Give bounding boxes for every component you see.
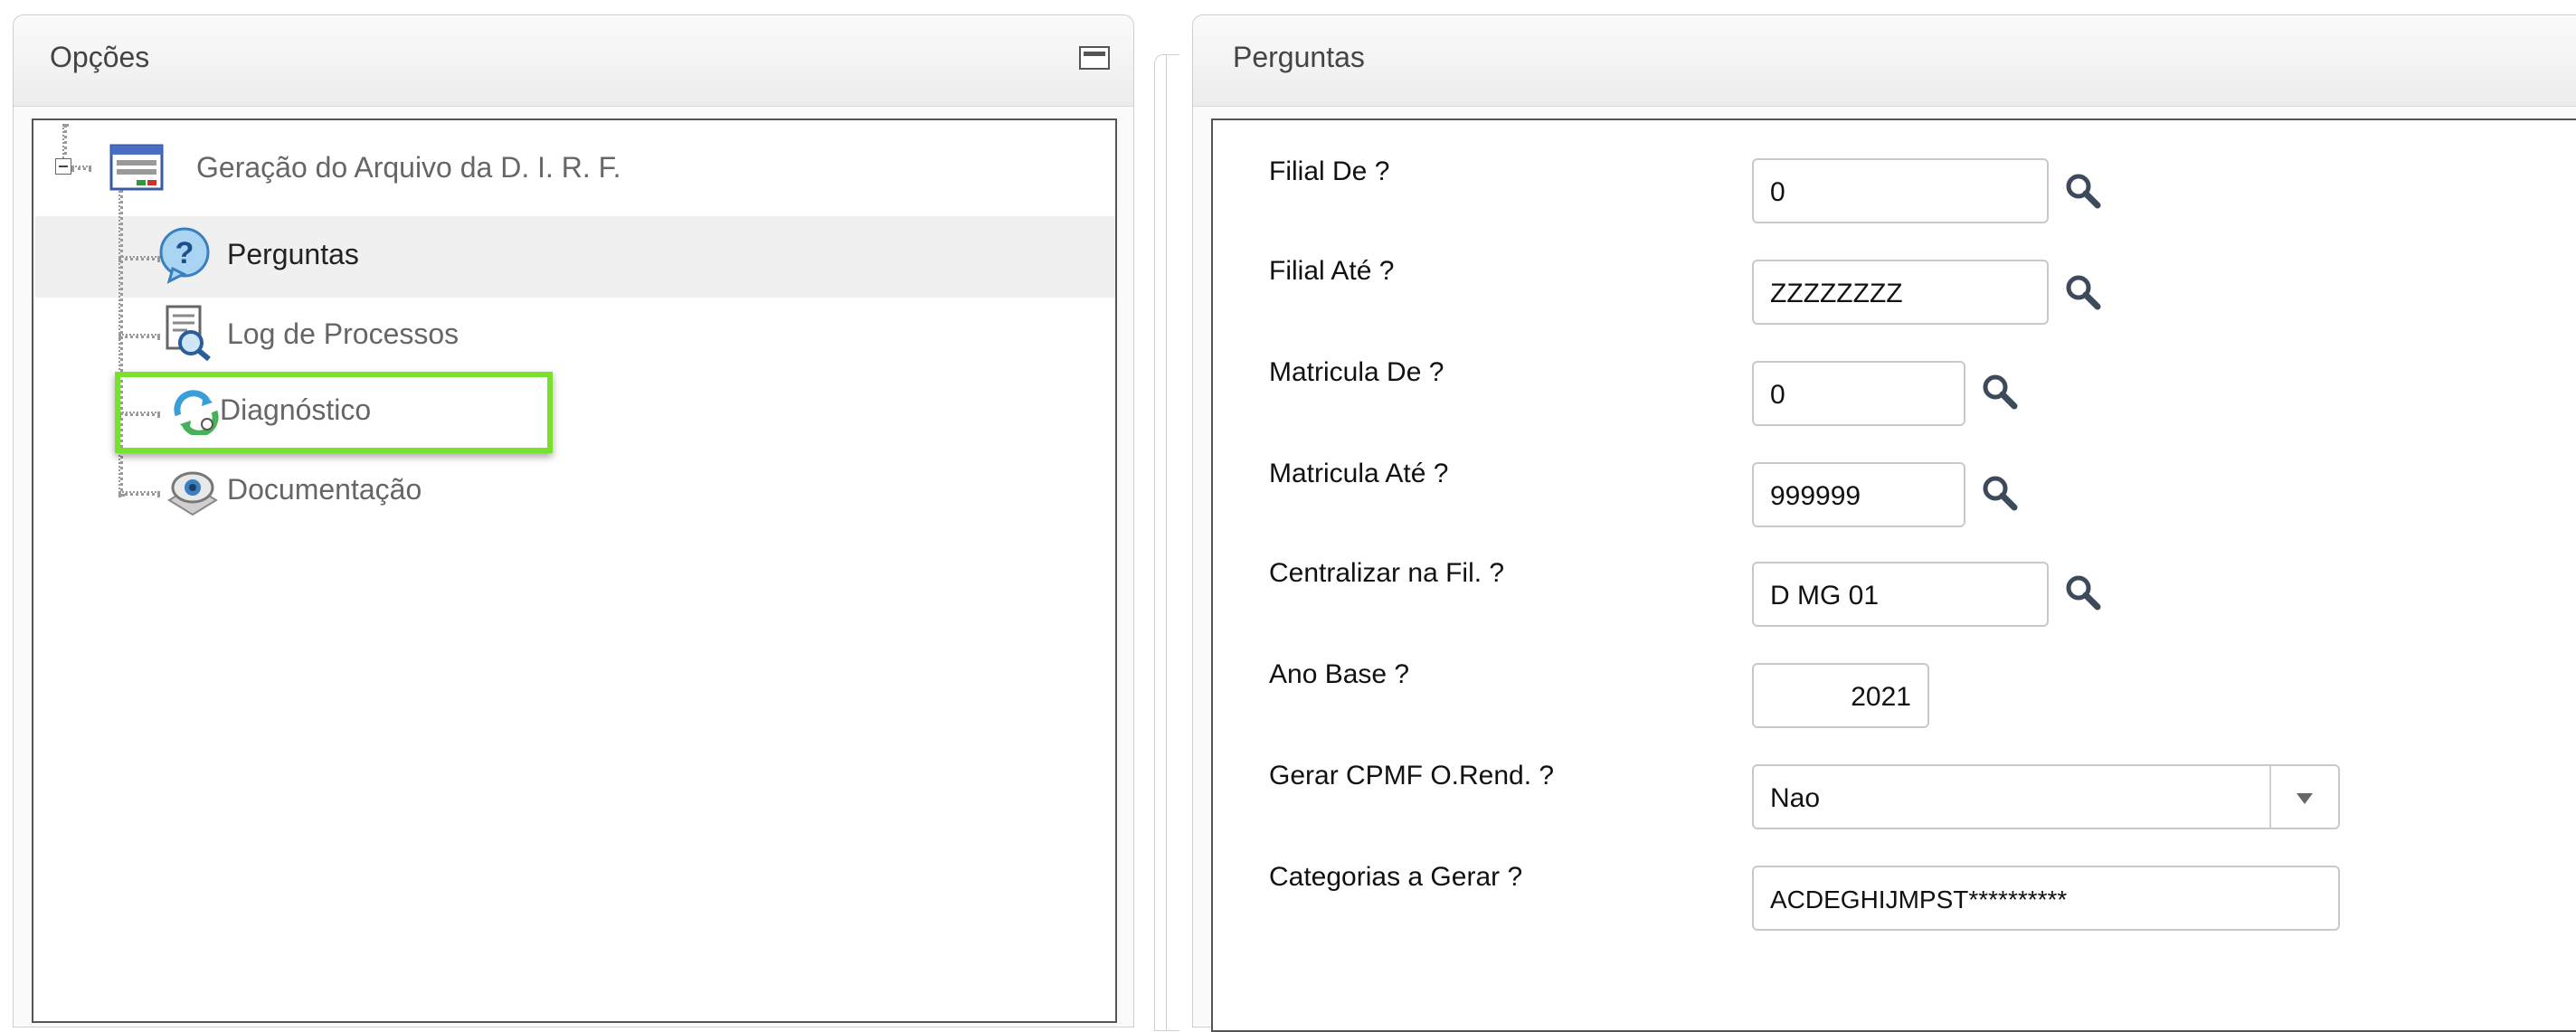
search-icon[interactable] (2063, 171, 2103, 211)
options-panel-title: Opções (50, 41, 150, 73)
panel-splitter[interactable] (1154, 54, 1179, 1031)
tree-item-label: Perguntas (227, 238, 359, 270)
collapse-toggle-icon[interactable] (55, 158, 71, 175)
gerar-cpmf-selected-value: Nao (1770, 783, 1821, 813)
matricula-ate-input[interactable]: 999999 (1752, 462, 1965, 527)
filial-de-input[interactable]: 0 (1752, 158, 2049, 223)
question-label-filial-de: Filial De ? (1269, 156, 1390, 186)
options-panel-header: Opções (14, 15, 1133, 107)
questions-form: Filial De ? 0 Filial Até ? ZZZZZZZZ Matr… (1211, 118, 2576, 1032)
tree-root-item[interactable]: Geração do Arquivo da D. I. R. F. (109, 138, 743, 194)
search-icon[interactable] (1980, 372, 2020, 412)
question-label-gerar-cpmf: Gerar CPMF O.Rend. ? (1269, 761, 1555, 791)
tree-item-documentacao[interactable]: Documentação (160, 459, 703, 527)
question-label-filial-ate: Filial Até ? (1269, 256, 1395, 286)
questions-panel-title: Perguntas (1233, 41, 1365, 73)
matricula-de-input[interactable]: 0 (1752, 361, 1965, 426)
minimize-icon[interactable] (1079, 46, 1110, 70)
tree-item-label: Documentação (227, 473, 422, 506)
tree-item-label: Log de Processos (227, 317, 459, 350)
gerar-cpmf-select[interactable]: Nao (1752, 764, 2340, 829)
questions-panel-header: Perguntas (1193, 15, 2576, 107)
tree-item-log-de-processos[interactable]: Log de Processos (160, 301, 703, 370)
question-label-matricula-ate: Matricula Até ? (1269, 459, 1449, 488)
questions-panel: Perguntas Filial De ? 0 Filial Até ? ZZZ… (1192, 14, 2576, 1032)
svg-text:?: ? (175, 236, 194, 270)
options-panel: Opções Geração do Arquivo da D. I. R. F. (13, 14, 1134, 1027)
log-document-icon (166, 305, 211, 362)
question-label-categorias: Categorias a Gerar ? (1269, 862, 1523, 892)
search-icon[interactable] (2063, 272, 2103, 312)
documentation-eye-icon (167, 471, 218, 516)
centralizar-input[interactable]: D MG 01 (1752, 562, 2049, 627)
tree-root-label: Geração do Arquivo da D. I. R. F. (196, 151, 621, 184)
question-label-ano-base: Ano Base ? (1269, 659, 1410, 689)
filial-ate-input[interactable]: ZZZZZZZZ (1752, 260, 2049, 325)
ano-base-input[interactable]: 2021 (1752, 663, 1929, 728)
categorias-input[interactable]: ACDEGHIJMPST********** (1752, 866, 2340, 931)
window-app-icon (109, 144, 164, 191)
tree-item-perguntas[interactable]: ? Perguntas (156, 222, 699, 290)
question-icon: ? (159, 227, 210, 284)
search-icon[interactable] (2063, 573, 2103, 612)
options-tree: Geração do Arquivo da D. I. R. F. ? Perg… (32, 118, 1117, 1023)
question-label-matricula-de: Matricula De ? (1269, 357, 1444, 387)
search-icon[interactable] (1980, 473, 2020, 513)
question-label-centralizar: Centralizar na Fil. ? (1269, 558, 1505, 588)
chevron-down-icon[interactable] (2269, 766, 2338, 828)
diagnostico-highlight-box (115, 372, 553, 453)
